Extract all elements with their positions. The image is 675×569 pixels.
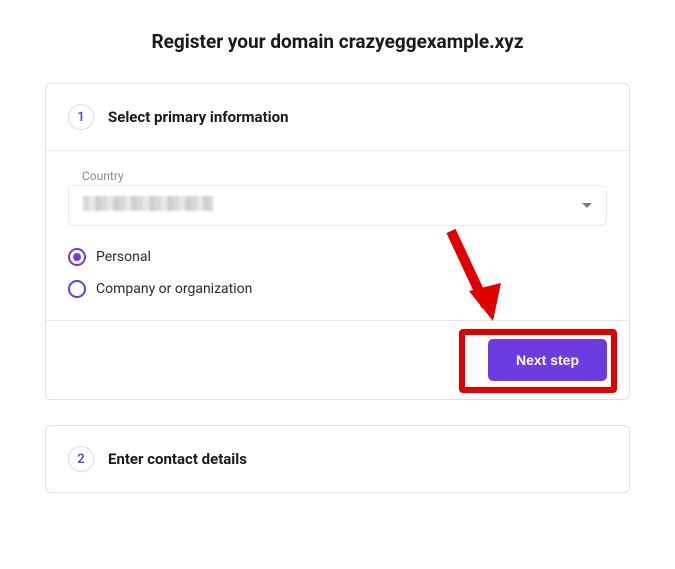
radio-icon-selected [68,248,86,266]
chevron-down-icon [582,203,592,208]
step1-body: Country Personal Company or organization [46,150,629,320]
step1-header: 1 Select primary information [46,84,629,150]
account-type-radio-group: Personal Company or organization [68,248,607,298]
radio-personal-label: Personal [96,249,151,265]
step1-number-badge: 1 [68,104,94,130]
step2-title: Enter contact details [108,450,247,468]
radio-dot-icon [73,253,81,261]
redacted-text [83,196,213,211]
radio-icon-unselected [68,280,86,298]
step1-footer: Next step [46,320,629,399]
next-step-button[interactable]: Next step [488,339,607,381]
country-select[interactable] [68,185,607,226]
step1-card: 1 Select primary information Country Per… [45,83,630,400]
step2-number-badge: 2 [68,446,94,472]
country-value [83,196,582,215]
radio-personal[interactable]: Personal [68,248,607,266]
radio-company-label: Company or organization [96,281,252,297]
page-title: Register your domain crazyeggexample.xyz [45,30,630,53]
step2-card: 2 Enter contact details [45,425,630,493]
step2-header[interactable]: 2 Enter contact details [46,426,629,492]
country-label: Country [68,169,607,183]
step1-title: Select primary information [108,108,289,126]
radio-company[interactable]: Company or organization [68,280,607,298]
